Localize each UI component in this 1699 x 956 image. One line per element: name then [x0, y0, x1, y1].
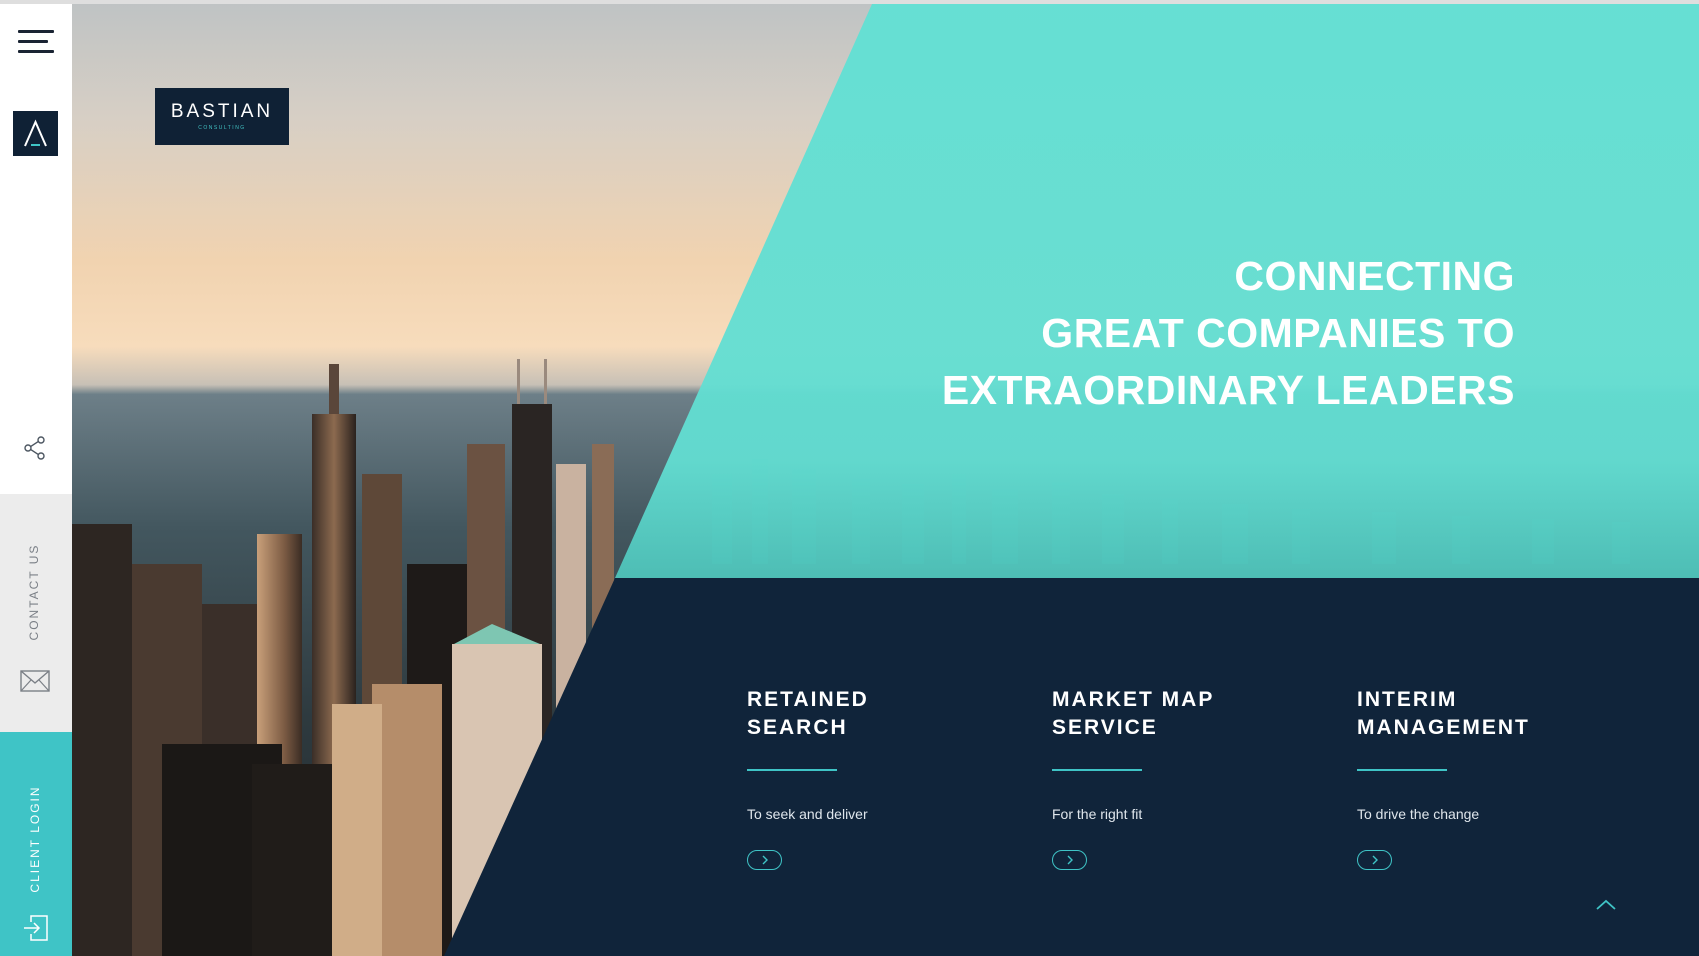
service-divider [1052, 769, 1142, 771]
service-more-button[interactable] [1357, 850, 1392, 870]
hamburger-menu-icon[interactable] [18, 28, 54, 56]
logo-name: BASTIAN [170, 101, 274, 122]
service-market-map: MARKET MAP SERVICE For the right fit [1052, 686, 1312, 870]
service-divider [1357, 769, 1447, 771]
login-icon [23, 914, 49, 942]
chevron-up-icon[interactable] [1594, 897, 1618, 913]
bastian-a-mark-icon[interactable] [13, 111, 58, 156]
hero-section: BASTIAN CONSULTING CONNECTING GREAT COMP… [72, 4, 1699, 956]
page: CONTACT US CLIENT LOGIN BASTIAN CONSULTI… [0, 0, 1699, 956]
headline-line-2: GREAT COMPANIES TO [1041, 310, 1515, 356]
service-more-button[interactable] [747, 850, 782, 870]
service-description: To seek and deliver [747, 806, 868, 822]
service-divider [747, 769, 837, 771]
service-description: To drive the change [1357, 806, 1480, 822]
mail-icon [20, 670, 50, 692]
sidebar: CONTACT US CLIENT LOGIN [0, 4, 72, 956]
service-more-button[interactable] [1052, 850, 1087, 870]
service-retained-search: RETAINED SEARCH To seek and deliver [747, 686, 1007, 870]
hero-headline: CONNECTING GREAT COMPANIES TO EXTRAORDIN… [942, 248, 1515, 419]
headline-line-3: EXTRAORDINARY LEADERS [941, 367, 1515, 413]
chevron-right-icon [762, 855, 768, 865]
top-border [0, 0, 1699, 4]
logo-subtitle: CONSULTING [198, 125, 246, 131]
bastian-logo[interactable]: BASTIAN CONSULTING [155, 88, 289, 145]
chevron-right-icon [1067, 855, 1073, 865]
service-title: RETAINED SEARCH [747, 688, 869, 739]
service-title: INTERIM MANAGEMENT [1357, 688, 1530, 739]
service-interim-management: INTERIM MANAGEMENT To drive the change [1357, 686, 1617, 870]
contact-us-label: CONTACT US [27, 543, 41, 641]
service-description: For the right fit [1052, 806, 1143, 822]
client-login-label: CLIENT LOGIN [28, 785, 42, 893]
service-title: MARKET MAP SERVICE [1052, 688, 1215, 739]
share-icon[interactable] [22, 435, 48, 461]
client-login-tab[interactable]: CLIENT LOGIN [0, 732, 72, 956]
chevron-right-icon [1372, 855, 1378, 865]
contact-us-tab[interactable]: CONTACT US [0, 494, 72, 732]
headline-line-1: CONNECTING [1234, 253, 1515, 299]
